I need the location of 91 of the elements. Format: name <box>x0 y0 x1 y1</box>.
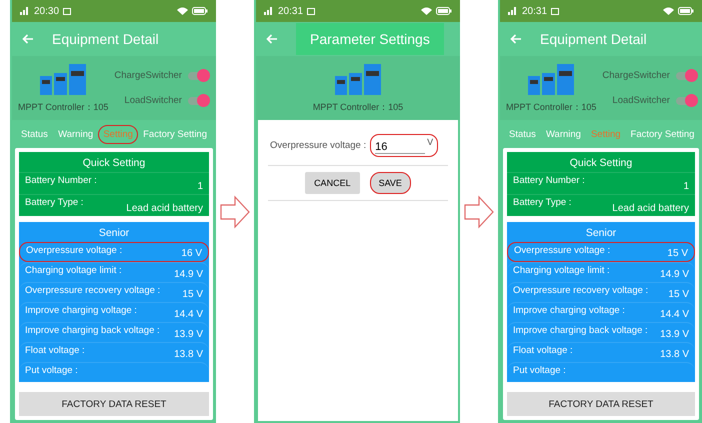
tab[interactable]: Status <box>504 124 541 144</box>
status-time: 20:31 <box>278 6 304 16</box>
back-arrow-icon[interactable] <box>510 34 522 44</box>
highlighted-row[interactable]: Overpressure voltage : 16 V <box>19 242 209 262</box>
setting-value: 14.4 V <box>174 309 203 320</box>
back-arrow-icon[interactable] <box>266 34 278 44</box>
status-time: 20:30 <box>34 6 60 16</box>
switch-label: ChargeSwitcher <box>602 70 670 81</box>
section-title: Quick Setting <box>82 156 146 171</box>
signal-icon <box>264 7 274 15</box>
input-field[interactable]: 16 V <box>370 134 438 157</box>
tab[interactable]: Warning <box>540 124 586 144</box>
factory-reset-button[interactable]: FACTORY DATA RESET <box>19 392 209 416</box>
setting-label: Improve charging voltage : <box>25 305 137 318</box>
battery-icon <box>192 7 208 15</box>
battery-icon <box>678 7 694 15</box>
setting-label: Improve charging back voltage : <box>25 325 160 338</box>
setting-label: Improve charging back voltage : <box>513 325 648 338</box>
section-title: Senior <box>584 226 618 241</box>
wifi-icon <box>663 7 674 15</box>
controller-drawing <box>39 62 88 94</box>
setting-label: Overpressure voltage : <box>26 245 122 258</box>
setting-value: 14.9 V <box>660 269 689 280</box>
device-label: MPPT Controller：105 <box>506 100 596 114</box>
back-arrow-icon[interactable] <box>22 34 34 44</box>
setting-label: Battery Type : <box>25 197 84 210</box>
signal-icon <box>508 7 518 15</box>
page-title: Parameter Settings <box>296 23 444 55</box>
setting-value: 15 V <box>182 289 203 300</box>
setting-value: 13.9 V <box>174 329 203 340</box>
setting-value: 1 <box>683 181 689 192</box>
device-label: MPPT Controller：105 <box>312 100 404 114</box>
field-label: Overpressure voltage : <box>270 140 366 151</box>
right-arrow-icon <box>464 194 494 228</box>
wifi-icon <box>421 7 432 15</box>
setting-label: Overpressure voltage : <box>514 245 610 258</box>
setting-label: Overpressure recovery voltage : <box>25 285 160 298</box>
switch-label: ChargeSwitcher <box>114 70 182 81</box>
setting-label: Put voltage : <box>513 365 566 378</box>
setting-value: 14.4 V <box>660 309 689 320</box>
setting-value: 14.9 V <box>174 269 203 280</box>
controller-drawing <box>334 62 382 94</box>
section-title: Quick Setting <box>568 156 634 171</box>
setting-label: Battery Number : <box>25 175 97 188</box>
page-title: Equipment Detail <box>540 31 647 47</box>
right-arrow-icon <box>220 194 250 228</box>
tab[interactable]: Warning <box>53 124 98 144</box>
factory-reset-button[interactable]: FACTORY DATA RESET <box>507 392 695 416</box>
switch-label: LoadSwitcher <box>612 95 670 106</box>
section-title: Senior <box>98 226 130 241</box>
setting-label: Battery Type : <box>513 197 572 210</box>
toggle-switch[interactable] <box>188 72 208 80</box>
switch-label: LoadSwitcher <box>124 95 182 106</box>
highlighted-row[interactable]: Overpressure voltage : 15 V <box>507 242 695 262</box>
toggle-switch[interactable] <box>676 72 696 80</box>
setting-value: 15 V <box>668 289 689 300</box>
setting-value: 13.8 V <box>174 349 203 360</box>
cancel-button[interactable]: CANCEL <box>305 172 360 194</box>
toggle-switch[interactable] <box>188 96 208 104</box>
tab[interactable]: Status <box>16 124 53 144</box>
save-button[interactable]: SAVE <box>370 172 411 194</box>
notification-icon <box>307 8 316 14</box>
tab[interactable]: Setting <box>586 124 626 144</box>
setting-value: Lead acid battery <box>126 203 203 214</box>
setting-value: 13.8 V <box>660 349 689 360</box>
setting-label: Put voltage : <box>25 365 78 378</box>
setting-value: 1 <box>197 181 203 192</box>
notification-icon <box>63 8 72 14</box>
tab[interactable]: Factory Setting <box>626 124 700 144</box>
page-title: Equipment Detail <box>52 31 159 47</box>
signal-icon <box>20 7 30 15</box>
setting-value: 16 V <box>181 248 202 259</box>
status-time: 20:31 <box>522 6 548 16</box>
setting-label: Battery Number : <box>513 175 585 188</box>
wifi-icon <box>177 7 188 15</box>
setting-value: Lead acid battery <box>612 203 689 214</box>
setting-value: 13.9 V <box>660 329 689 340</box>
setting-label: Charging voltage limit : <box>513 265 610 278</box>
toggle-switch[interactable] <box>676 96 696 104</box>
setting-label: Overpressure recovery voltage : <box>513 285 648 298</box>
tab[interactable]: Setting <box>98 124 138 144</box>
controller-drawing <box>527 62 576 94</box>
setting-label: Float voltage : <box>513 345 573 358</box>
tab[interactable]: Factory Setting <box>138 124 212 144</box>
setting-label: Improve charging voltage : <box>513 305 625 318</box>
notification-icon <box>551 8 560 14</box>
setting-label: Float voltage : <box>25 345 85 358</box>
setting-label: Charging voltage limit : <box>25 265 122 278</box>
setting-value: 15 V <box>667 248 688 259</box>
battery-icon <box>436 7 452 15</box>
device-label: MPPT Controller：105 <box>18 100 108 114</box>
